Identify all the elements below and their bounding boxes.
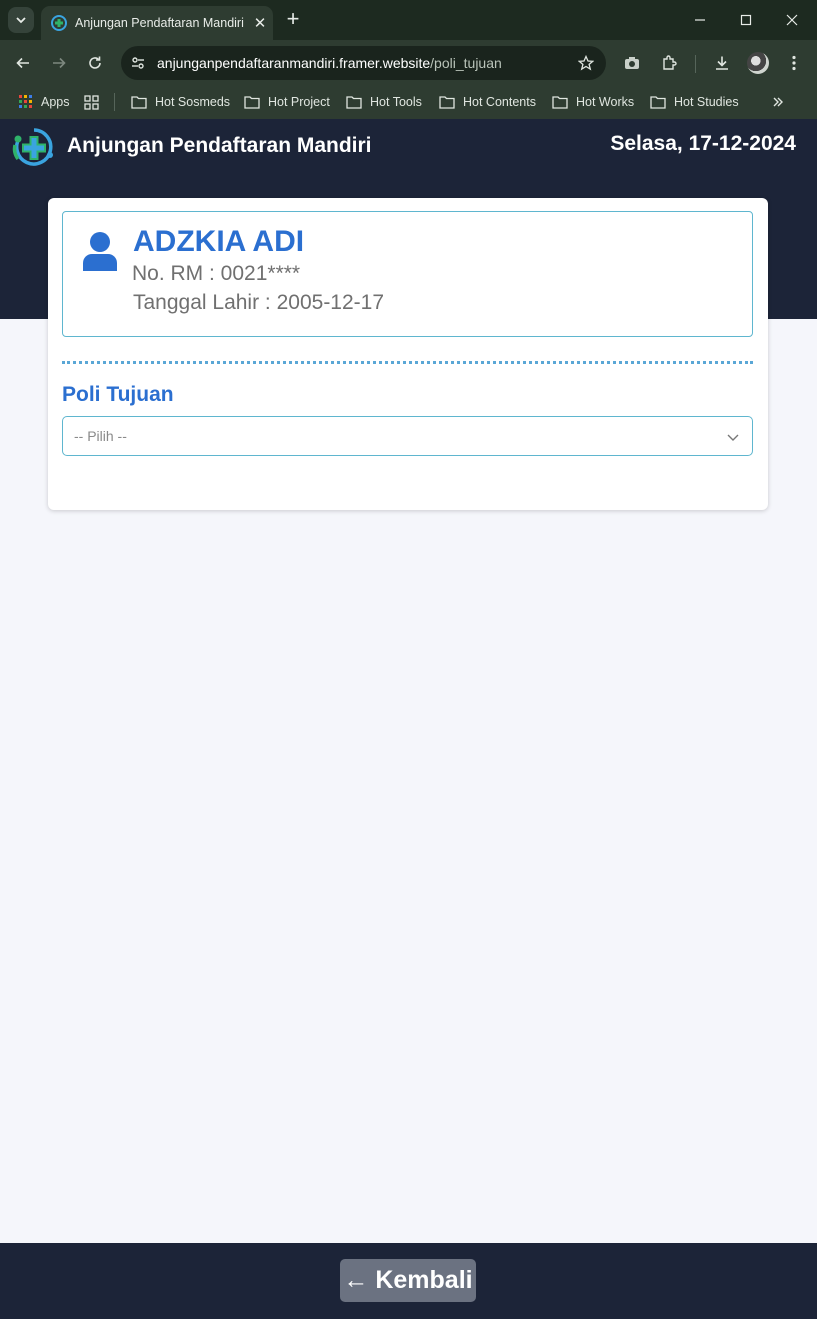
new-tab-button[interactable]: + bbox=[281, 8, 305, 32]
app-logo-icon bbox=[12, 128, 53, 166]
apps-grid-icon bbox=[19, 95, 32, 108]
current-date: Selasa, 17-12-2024 bbox=[610, 132, 796, 155]
bookmark-folder-hot-studies[interactable]: Hot Studies bbox=[650, 91, 739, 113]
url-path: /poli_tujuan bbox=[430, 55, 502, 71]
menu-kebab-icon[interactable] bbox=[780, 49, 808, 77]
dotted-divider bbox=[62, 361, 753, 364]
folder-icon bbox=[439, 96, 455, 109]
bookmark-folder-hot-works[interactable]: Hot Works bbox=[552, 91, 634, 113]
bookmark-label: Hot Tools bbox=[370, 95, 422, 109]
url-domain: anjunganpendaftaranmandiri.framer.websit… bbox=[157, 55, 431, 71]
close-window-button[interactable] bbox=[769, 5, 815, 35]
bookmark-folder-hot-sosmeds[interactable]: Hot Sosmeds bbox=[131, 91, 230, 113]
bookmarks-overflow-icon[interactable] bbox=[772, 91, 792, 113]
bookmark-folder-hot-tools[interactable]: Hot Tools bbox=[346, 91, 422, 113]
chevron-down-icon bbox=[16, 17, 26, 24]
download-icon[interactable] bbox=[708, 49, 736, 77]
minimize-button[interactable] bbox=[677, 5, 723, 35]
bookmark-apps[interactable]: Apps bbox=[19, 91, 70, 113]
patient-name: ADZKIA ADI bbox=[133, 225, 305, 258]
folder-icon bbox=[346, 96, 362, 109]
bookmark-label: Hot Studies bbox=[674, 95, 739, 109]
select-placeholder: -- Pilih -- bbox=[74, 428, 127, 444]
bookmark-folder-hot-project[interactable]: Hot Project bbox=[244, 91, 330, 113]
poli-tujuan-label: Poli Tujuan bbox=[62, 383, 174, 406]
arrow-right-icon bbox=[53, 57, 66, 69]
minimize-icon bbox=[695, 19, 705, 21]
bookmark-folder-hot-contents[interactable]: Hot Contents bbox=[439, 91, 536, 113]
reload-icon bbox=[89, 56, 101, 69]
tab-groups-icon[interactable] bbox=[84, 91, 107, 113]
browser-toolbar: anjunganpendaftaranmandiri.framer.websit… bbox=[0, 40, 817, 86]
page-footer: ← Kembali bbox=[0, 1243, 817, 1319]
patient-birth-date: Tanggal Lahir : 2005-12-17 bbox=[133, 291, 385, 314]
maximize-button[interactable] bbox=[723, 5, 769, 35]
chevron-down-icon bbox=[727, 434, 739, 441]
bookmark-label: Hot Project bbox=[268, 95, 330, 109]
kembali-button[interactable]: ← Kembali bbox=[340, 1259, 476, 1302]
reload-button[interactable] bbox=[81, 49, 109, 77]
site-info-icon[interactable] bbox=[124, 49, 152, 77]
url-text: anjunganpendaftaranmandiri.framer.websit… bbox=[157, 55, 571, 71]
registration-card: ADZKIA ADI No. RM : 0021**** Tanggal Lah… bbox=[48, 198, 768, 510]
maximize-icon bbox=[740, 14, 752, 26]
folder-icon bbox=[131, 96, 147, 109]
address-bar[interactable]: anjunganpendaftaranmandiri.framer.websit… bbox=[121, 46, 606, 80]
toolbar-divider bbox=[695, 55, 696, 73]
camera-icon[interactable] bbox=[618, 49, 646, 77]
app-title: Anjungan Pendaftaran Mandiri bbox=[67, 134, 372, 157]
bookmark-label: Hot Works bbox=[576, 95, 635, 109]
user-icon bbox=[83, 232, 117, 271]
folder-icon bbox=[244, 96, 260, 109]
folder-icon bbox=[650, 96, 666, 109]
bookmarks-bar: Apps Hot Sosmeds Hot Project Hot Tools H… bbox=[0, 86, 817, 119]
forward-nav-button[interactable] bbox=[45, 49, 73, 77]
close-icon bbox=[786, 14, 798, 26]
tab-title: Anjungan Pendaftaran Mandiri bbox=[75, 16, 244, 30]
patient-record-number: No. RM : 0021**** bbox=[132, 262, 301, 285]
site-favicon-icon bbox=[51, 15, 67, 31]
bookmark-label: Hot Contents bbox=[463, 95, 536, 109]
page-content: Anjungan Pendaftaran Mandiri Selasa, 17-… bbox=[0, 119, 817, 1319]
folder-icon bbox=[552, 96, 568, 109]
tab-search-button[interactable] bbox=[8, 7, 34, 33]
poli-tujuan-select[interactable]: -- Pilih -- bbox=[62, 416, 753, 456]
profile-avatar[interactable] bbox=[747, 52, 769, 74]
extensions-icon[interactable] bbox=[655, 49, 683, 77]
arrow-left-icon bbox=[16, 57, 29, 69]
bookmark-label: Apps bbox=[41, 95, 70, 109]
patient-info-box: ADZKIA ADI No. RM : 0021**** Tanggal Lah… bbox=[62, 211, 753, 337]
browser-tab-strip: Anjungan Pendaftaran Mandiri ✕ + bbox=[0, 0, 817, 40]
bookmark-star-icon[interactable] bbox=[571, 48, 601, 78]
tab-close-icon[interactable]: ✕ bbox=[247, 10, 273, 36]
bookmark-label: Hot Sosmeds bbox=[155, 95, 231, 109]
back-nav-button[interactable] bbox=[9, 49, 37, 77]
bookmarks-divider bbox=[114, 93, 115, 111]
browser-tab[interactable]: Anjungan Pendaftaran Mandiri ✕ bbox=[41, 6, 273, 40]
